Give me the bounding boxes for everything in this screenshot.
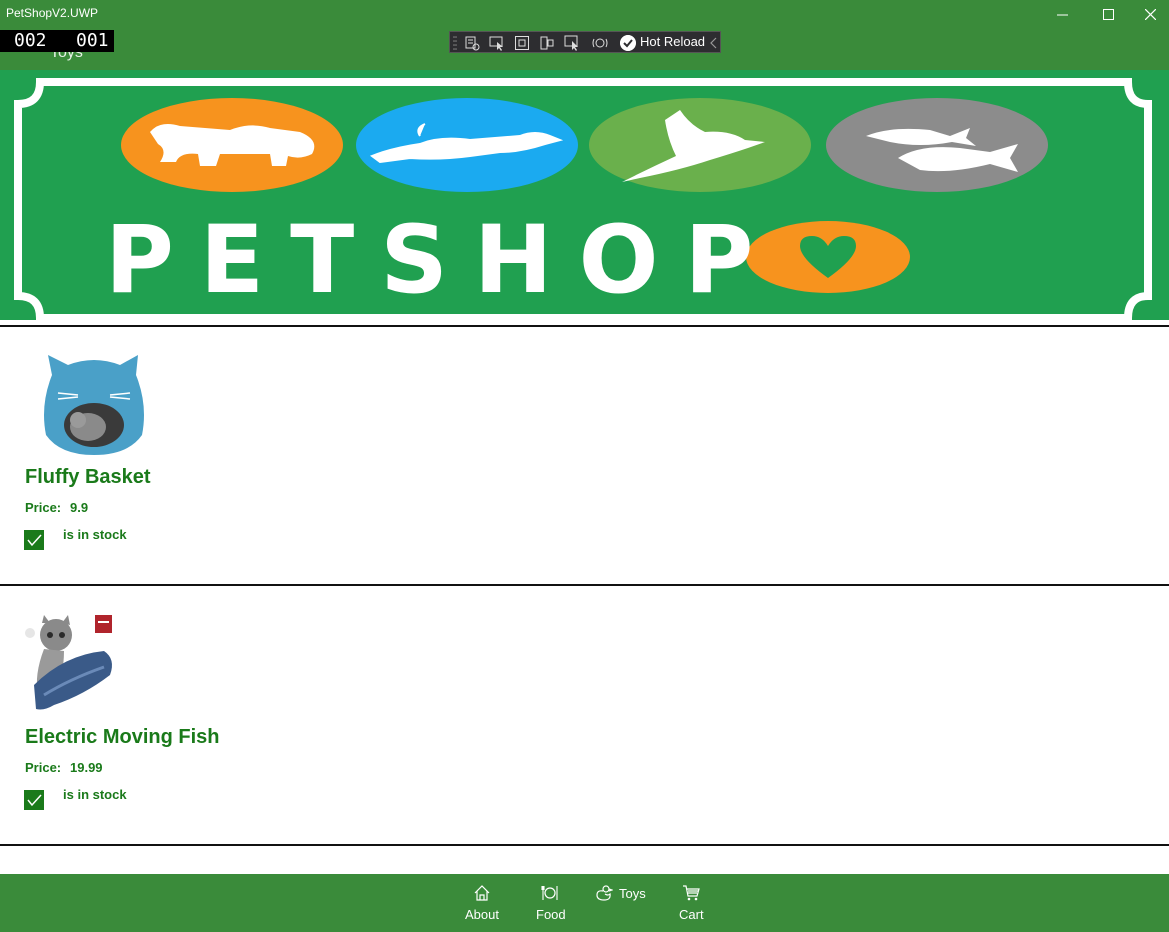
cart-icon xyxy=(683,885,700,901)
price-value: 19.99 xyxy=(70,760,103,775)
nav-item-toys[interactable]: Toys xyxy=(594,874,654,932)
in-stock-checkbox[interactable] xyxy=(24,530,44,550)
nav-label: Toys xyxy=(619,886,646,901)
nav-item-cart[interactable]: Cart xyxy=(672,874,710,932)
in-stock-checkbox[interactable] xyxy=(24,790,44,810)
product-name: Electric Moving Fish xyxy=(25,726,220,748)
frame-rate-counter: 002 001 xyxy=(0,30,114,52)
nav-label: Cart xyxy=(679,907,704,922)
maximize-button[interactable] xyxy=(1085,0,1131,28)
frame-counter-value: 002 xyxy=(14,30,47,51)
track-focus-icon[interactable] xyxy=(539,35,555,51)
toy-duck-icon xyxy=(596,885,613,901)
row-divider xyxy=(0,325,1169,327)
stock-label: is in stock xyxy=(63,787,127,802)
nav-item-food[interactable]: Food xyxy=(528,874,572,932)
petshop-banner: PETSHOP xyxy=(0,70,1169,322)
checkmark-icon xyxy=(27,794,42,807)
petshop-wordmark: PETSHOP xyxy=(105,206,910,315)
nav-label: Food xyxy=(536,907,566,922)
maximize-icon xyxy=(1102,8,1114,20)
price-value: 9.9 xyxy=(70,500,89,515)
food-icon xyxy=(541,886,558,900)
checkmark-icon xyxy=(27,534,42,547)
debug-toolbar: Hot Reload xyxy=(449,31,721,53)
live-visual-tree-icon[interactable] xyxy=(464,35,480,51)
price-label: Price: xyxy=(25,500,62,515)
cat-icon xyxy=(356,98,578,192)
grip-icon[interactable] xyxy=(453,35,457,51)
hot-reload-label: Hot Reload xyxy=(640,34,706,49)
row-divider xyxy=(0,844,1169,846)
title-bar: PetShopV2.UWP Toys 002 001 Hot Reload xyxy=(0,0,1169,70)
row-divider xyxy=(0,584,1169,586)
display-layout-adorners-icon[interactable] xyxy=(514,35,530,51)
collapse-toolbar-icon[interactable] xyxy=(706,35,722,51)
petshop-logo: PETSHOP xyxy=(14,78,1152,322)
stock-label: is in stock xyxy=(63,527,127,542)
hot-reload-button[interactable]: Hot Reload xyxy=(620,32,705,54)
bottom-nav: About Food Toys Cart xyxy=(0,874,1169,932)
minimize-icon xyxy=(1056,14,1068,15)
wordmark-text: PETSHOP xyxy=(105,206,779,315)
close-icon xyxy=(1144,8,1156,20)
fish-icon xyxy=(826,98,1048,192)
product-image-fish-toy xyxy=(25,615,112,710)
home-icon xyxy=(474,885,490,901)
dog-cat-icon xyxy=(121,98,343,192)
minimize-button[interactable] xyxy=(1039,0,1085,28)
frame-counter-value: 001 xyxy=(76,30,109,51)
price-label: Price: xyxy=(25,760,62,775)
product-image-basket xyxy=(44,355,144,455)
select-element-icon[interactable] xyxy=(489,35,505,51)
nav-item-about[interactable]: About xyxy=(460,874,504,932)
close-button[interactable] xyxy=(1131,0,1169,28)
binding-failures-icon[interactable] xyxy=(592,35,608,51)
hot-reload-check-icon xyxy=(620,35,636,51)
nav-label: About xyxy=(465,907,499,922)
app-title: PetShopV2.UWP xyxy=(6,6,99,20)
accessibility-checker-icon[interactable] xyxy=(564,35,580,51)
bird-icon xyxy=(589,98,811,192)
product-name: Fluffy Basket xyxy=(25,466,151,488)
